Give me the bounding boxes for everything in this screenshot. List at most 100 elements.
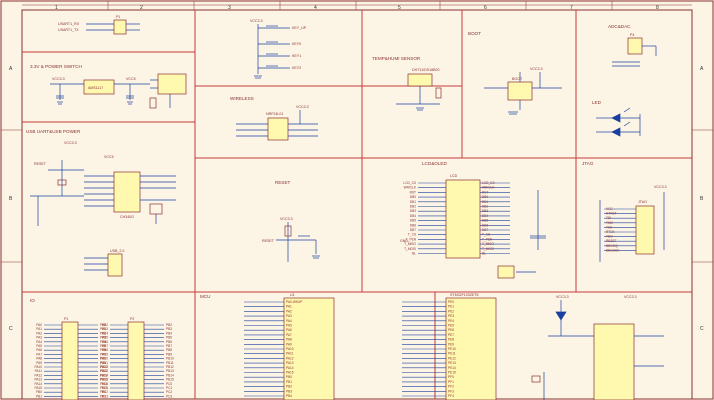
pin-label: PF2 <box>448 385 454 389</box>
pin-label: PE0 <box>448 300 454 304</box>
power-switch <box>157 73 187 95</box>
pin-label: PA8 <box>286 338 292 342</box>
section-title-power-switch: 3.3V & POWER SWITCH <box>30 64 82 69</box>
section-title-io: IO <box>30 298 35 303</box>
part-label: USB_2.0 <box>110 249 124 253</box>
pin-label: PE1 <box>448 305 454 309</box>
pin-label: DB2 <box>482 205 488 209</box>
usb-uart-block <box>30 160 176 277</box>
pin-label: T_MOSI <box>404 247 416 251</box>
part-ref: P1 <box>116 15 120 19</box>
adc-header <box>627 37 643 55</box>
row-marker: C <box>9 326 13 332</box>
adc-dac-block <box>612 37 657 67</box>
pin-label: DB5 <box>410 219 416 223</box>
pin-label: DB4 <box>482 214 488 218</box>
io-header-b <box>127 321 145 400</box>
part-label: CH340G <box>120 215 134 219</box>
section-title-adc-dac: ADC&DAC <box>608 24 631 29</box>
keys-block <box>254 24 290 79</box>
pin-label: RESET <box>606 239 617 243</box>
boot-block <box>484 72 562 115</box>
pin-label: PE14 <box>448 366 456 370</box>
section-title-boot: BOOT <box>468 31 481 36</box>
pin-label: DB2 <box>410 205 416 209</box>
row-marker: B <box>9 196 13 202</box>
pin-label: TMS <box>606 221 613 225</box>
pin-label: PA7 <box>286 333 292 337</box>
pin-label: DB6 <box>482 223 488 227</box>
pin-label: DB4 <box>410 214 416 218</box>
column-marker: 1 <box>55 5 58 11</box>
schematic-sheet: 1 2 3 4 5 6 7 8 A B C A B C 3.3V & POWER… <box>0 0 714 400</box>
pin-label: PA3 <box>286 314 292 318</box>
pin-label: BL <box>412 252 416 256</box>
pin-label: PB1 <box>286 380 292 384</box>
net-label: RESET <box>262 239 275 243</box>
net-label: VCC3.3 <box>280 217 293 221</box>
pin-label: PA15 <box>286 371 294 375</box>
pin-label: PB1 <box>36 394 42 398</box>
pin-label: BL <box>482 252 486 256</box>
pin-label: PE13 <box>448 361 456 365</box>
pin-label: DB6 <box>410 223 416 227</box>
pin-label: DB1 <box>410 200 416 204</box>
pin-label: RST <box>482 190 488 194</box>
pin-label: PA12 <box>286 356 294 360</box>
part-label: NRF24L01 <box>266 112 283 116</box>
net-label: KEY1 <box>292 54 301 58</box>
net-label: VCC3.3 <box>556 295 569 299</box>
row-marker: C <box>700 326 704 332</box>
usb-connector <box>107 253 123 277</box>
pin-label: PB3 <box>286 389 292 393</box>
pin-label: DBGRQ <box>606 244 618 248</box>
vbat-section <box>593 323 635 400</box>
pin-label: PE3 <box>448 314 454 318</box>
part-label: STM32F103ZET6 <box>450 293 479 297</box>
pin-label: TCK <box>606 225 613 229</box>
pin-label: PB4 <box>286 394 292 398</box>
net-label: KEY2 <box>292 66 301 70</box>
lcd-connector <box>445 179 481 259</box>
pin-label: PE7 <box>448 333 454 337</box>
net-label: KEY_UP <box>292 26 307 30</box>
pin-label: T_MOSI <box>482 247 494 251</box>
pin-label: PC3 <box>102 394 108 398</box>
pin-label: PF0 <box>448 375 454 379</box>
io-header-a <box>61 321 79 400</box>
pin-label: DB0 <box>410 195 416 199</box>
pin-label: PA1 <box>286 305 292 309</box>
pin-label: PE6 <box>448 328 454 332</box>
pin-label: PE9 <box>448 342 454 346</box>
pin-label: WR/CLK <box>482 186 495 190</box>
pin-label: PE4 <box>448 319 454 323</box>
jtag-connector <box>635 205 655 255</box>
pin-label: DB3 <box>482 209 488 213</box>
net-label: VCC3.3 <box>250 19 263 23</box>
section-title-lcd: LCD&OLED <box>422 161 447 166</box>
pin-label: NTRST <box>606 212 617 216</box>
jumper-header <box>113 19 127 35</box>
net-label: VCC3.3 <box>52 77 65 81</box>
mcu-pin-lines <box>244 301 446 397</box>
net-label: VCC3.3 <box>654 185 667 189</box>
pin-label: RTCK <box>606 230 615 234</box>
section-title-wireless: WIRELESS <box>230 96 254 101</box>
pin-label: PA5 <box>286 324 292 328</box>
dht-sensor <box>407 73 433 87</box>
row-marker: B <box>700 196 704 202</box>
section-title-usb-uart: USB UART&USB POWER <box>26 129 81 134</box>
part-label: DHT11/DS18B20 <box>412 68 440 72</box>
net-label: USART1_RX <box>58 22 80 26</box>
pin-label: DB3 <box>410 209 416 213</box>
uart-jumper-block <box>86 19 140 35</box>
ground-symbols <box>57 101 133 105</box>
pin-label: PE15 <box>448 371 456 375</box>
pin-label: TDO <box>606 235 613 239</box>
pin-label: RST <box>410 190 416 194</box>
io-pin-labels: PA0PA1PA2PA3PA4PA5PA6PA7PA8PA9PA10PA11PA… <box>34 323 174 398</box>
pin-label: PE2 <box>448 309 454 313</box>
pin-label: DB1 <box>482 200 488 204</box>
section-title-mcu: MCU <box>200 294 210 299</box>
pin-label: DB7 <box>482 228 488 232</box>
